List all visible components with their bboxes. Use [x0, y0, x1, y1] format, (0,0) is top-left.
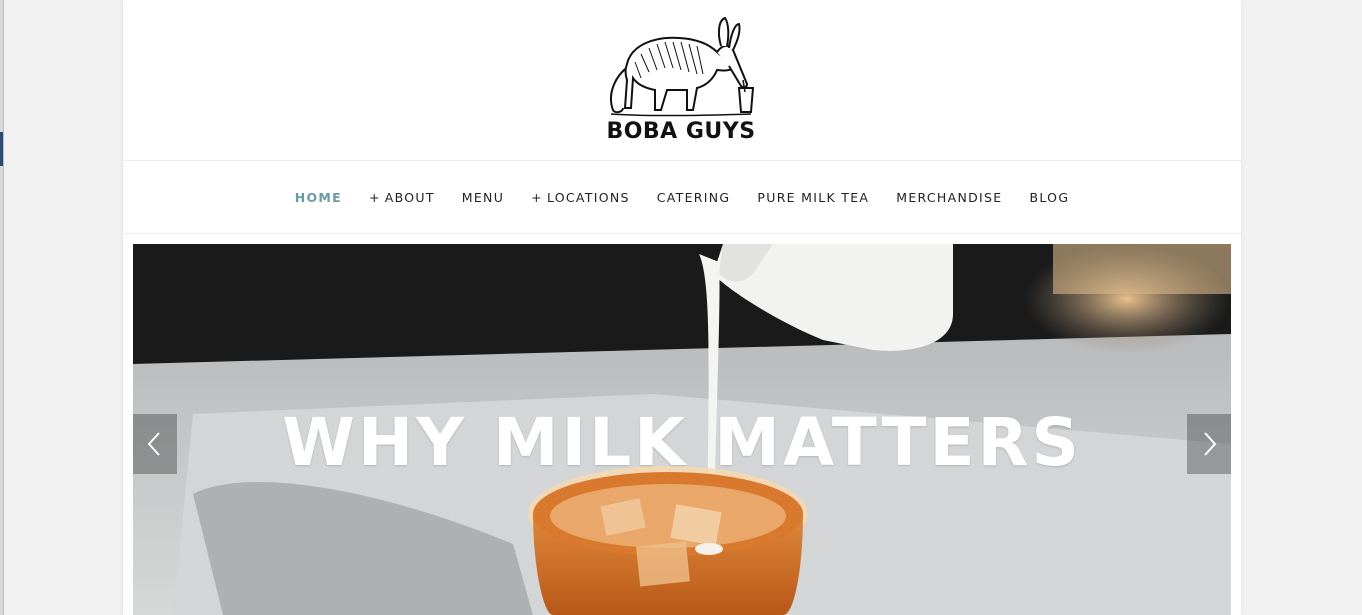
nav-item-label: HOME: [294, 189, 342, 205]
slider-next-button[interactable]: [1187, 414, 1231, 474]
nav-item-label: BLOG: [1029, 189, 1070, 205]
hero-slider: WHY MILK MATTERS: [133, 244, 1231, 615]
nav-item-pure-milk-tea[interactable]: PURE MILK TEA: [744, 190, 883, 205]
hero-title: WHY MILK MATTERS: [282, 404, 1082, 481]
site-logo[interactable]: BOBA GUYS: [601, 14, 761, 150]
nav-item-locations[interactable]: + LOCATIONS: [518, 190, 644, 205]
nav-item-label: PURE MILK TEA: [757, 189, 870, 205]
nav-item-about[interactable]: + ABOUT: [355, 190, 448, 205]
nav-item-blog[interactable]: BLOG: [1016, 190, 1083, 205]
nav-item-catering[interactable]: CATERING: [643, 190, 744, 205]
expand-plus-icon: +: [368, 189, 381, 205]
nav-item-label: MERCHANDISE: [896, 189, 1003, 205]
nav-item-merchandise[interactable]: MERCHANDISE: [883, 190, 1016, 205]
site-header: BOBA GUYS: [123, 0, 1241, 161]
brand-name: BOBA GUYS: [606, 119, 756, 144]
nav-item-menu[interactable]: MENU: [448, 190, 517, 205]
chevron-left-icon: [147, 432, 160, 456]
nav-item-label: ABOUT: [384, 189, 435, 205]
chevron-right-icon: [1204, 432, 1217, 456]
nav-item-home[interactable]: HOME: [281, 190, 355, 205]
window-edge-marker: [0, 132, 3, 166]
expand-plus-icon: +: [531, 189, 543, 205]
main-navigation: HOME + ABOUT MENU + LOCATIONS CATERING PUR…: [123, 161, 1241, 234]
aardvark-icon: [610, 16, 755, 117]
nav-item-label: LOCATIONS: [546, 189, 630, 205]
window-left-edge: [0, 0, 4, 615]
slider-prev-button[interactable]: [133, 414, 177, 474]
nav-item-label: CATERING: [656, 189, 731, 205]
nav-item-label: MENU: [461, 189, 505, 205]
page-container: BOBA GUYS HOME + ABOUT MENU + LOCATIONS CA…: [123, 0, 1241, 615]
